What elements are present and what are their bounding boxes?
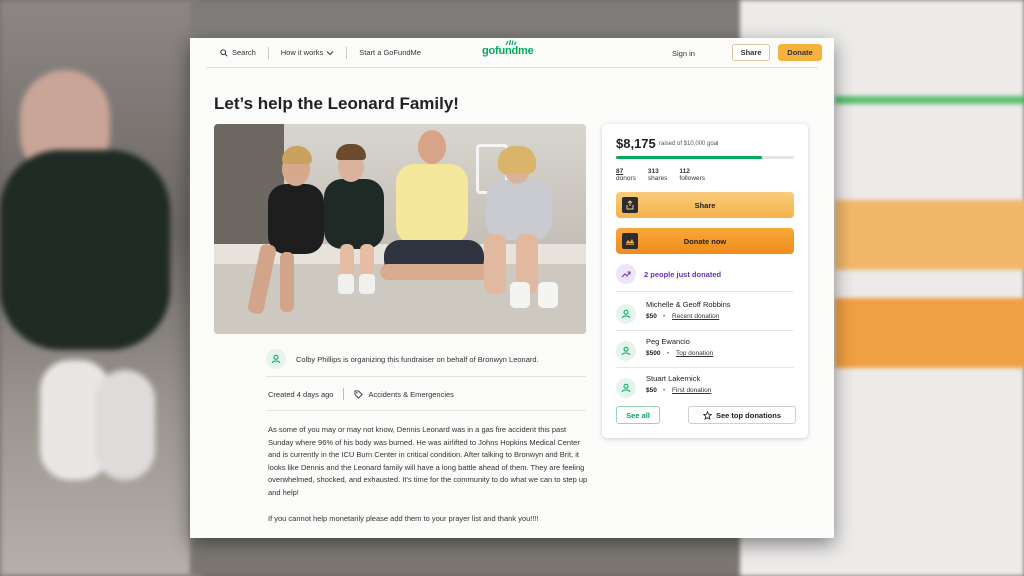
background-photo-blur: [0, 0, 200, 576]
stat-shares: 313 shares: [648, 168, 668, 182]
search-icon: [220, 48, 228, 57]
stat-number: 112: [679, 168, 690, 175]
just-donated-text: 2 people just donated: [644, 269, 722, 279]
nav-divider: [346, 46, 348, 59]
donation-amount: $500: [646, 350, 661, 357]
logo-text: gofundme: [482, 45, 534, 57]
sign-in-link[interactable]: Sign in: [672, 49, 695, 58]
share-button[interactable]: Share: [616, 192, 794, 218]
campaign-meta: Created 4 days ago Accidents & Emergenci…: [268, 388, 454, 400]
donor-avatar: [616, 378, 636, 398]
stat-number: 87: [616, 168, 624, 175]
divider: [266, 376, 586, 377]
campaign-stats: 87 donors 313 shares 112 followers: [616, 168, 705, 182]
start-gofundme-link[interactable]: Start a GoFundMe: [359, 48, 421, 57]
donation-item: Peg Ewancio $500 • Top donation: [616, 337, 796, 367]
donation-tag[interactable]: Recent donation: [672, 313, 719, 320]
fundraiser-page: Search How it works Start a GoFundMe gof…: [190, 38, 834, 538]
donor-icon: [621, 309, 631, 319]
meta-divider: [343, 388, 345, 400]
search-label: Search: [232, 48, 256, 57]
stat-label: shares: [647, 175, 668, 182]
campaign-photo[interactable]: [214, 124, 586, 334]
story-paragraph: If you cannot help monetarily please add…: [268, 513, 539, 523]
donor-icon: [621, 383, 631, 393]
category-link[interactable]: Accidents & Emergencies: [354, 389, 454, 399]
see-top-label: See top donations: [715, 410, 781, 420]
donation-item: Stuart Lakernick $50 • First donation: [616, 374, 796, 404]
divider: [616, 291, 794, 292]
progress-fill: [616, 156, 762, 159]
top-nav: Search How it works Start a GoFundMe gof…: [206, 38, 822, 68]
donor-name: Peg Ewancio: [646, 337, 690, 346]
donation-amount: $50: [646, 313, 657, 320]
organizer-row: Colby Phillips is organizing this fundra…: [266, 348, 586, 370]
category-label: Accidents & Emergencies: [368, 389, 454, 399]
nav-divider: [267, 46, 269, 59]
divider: [266, 410, 586, 411]
progress-bar: [616, 156, 794, 159]
stat-number: 313: [647, 168, 659, 175]
divider: [616, 367, 794, 368]
donor-name: Michelle & Geoff Robbins: [646, 300, 731, 309]
organizer-avatar: [266, 349, 286, 369]
donor-avatar: [616, 341, 636, 361]
stat-label: followers: [679, 175, 706, 182]
donation-tag[interactable]: First donation: [672, 387, 711, 394]
user-icon: [271, 354, 281, 364]
how-it-works-label: How it works: [280, 48, 324, 57]
created-date: Created 4 days ago: [268, 389, 334, 399]
donate-now-label: Donate now: [683, 236, 727, 246]
donation-amount: $50: [646, 387, 657, 394]
donation-item: Michelle & Geoff Robbins $50 • Recent do…: [616, 300, 796, 330]
how-it-works-menu[interactable]: How it works: [281, 48, 335, 57]
campaign-title: Let’s help the Leonard Family!: [214, 94, 459, 113]
nav-share-button[interactable]: Share: [732, 44, 770, 61]
see-top-donations-button[interactable]: See top donations: [688, 406, 796, 424]
gofundme-logo[interactable]: gofundme: [482, 40, 534, 57]
tag-icon: [354, 389, 364, 399]
goal-text: raised of $10,000 goal: [659, 141, 719, 147]
donation-tag[interactable]: Top donation: [676, 350, 713, 357]
amount-raised: $8,175: [616, 136, 656, 151]
see-all-button[interactable]: See all: [616, 406, 660, 424]
campaign-story: As some of you may or may not know, Denn…: [268, 424, 590, 525]
donor-name: Stuart Lakernick: [646, 374, 701, 383]
stat-label: donors: [616, 175, 636, 182]
donate-icon: [622, 233, 638, 249]
chevron-down-icon: [326, 50, 334, 55]
organizer-text: Colby Phillips is organizing this fundra…: [296, 354, 539, 364]
story-paragraph: As some of you may or may not know, Denn…: [268, 425, 588, 497]
donor-icon: [621, 346, 631, 356]
recent-donations-notice: 2 people just donated: [616, 264, 721, 284]
divider: [616, 330, 794, 331]
donor-avatar: [616, 304, 636, 324]
logo-sprout-icon: [505, 40, 517, 45]
search-link[interactable]: Search: [220, 48, 256, 57]
nav-donate-button[interactable]: Donate: [778, 44, 822, 61]
trending-up-icon: [616, 264, 636, 284]
donate-now-button[interactable]: Donate now: [616, 228, 794, 254]
share-button-label: Share: [694, 200, 716, 210]
share-icon: [622, 197, 638, 213]
stat-followers: 112 followers: [679, 168, 705, 182]
stat-donors[interactable]: 87 donors: [616, 168, 636, 182]
donation-panel: $8,175 raised of $10,000 goal 87 donors …: [602, 124, 808, 438]
star-icon: [702, 410, 712, 420]
